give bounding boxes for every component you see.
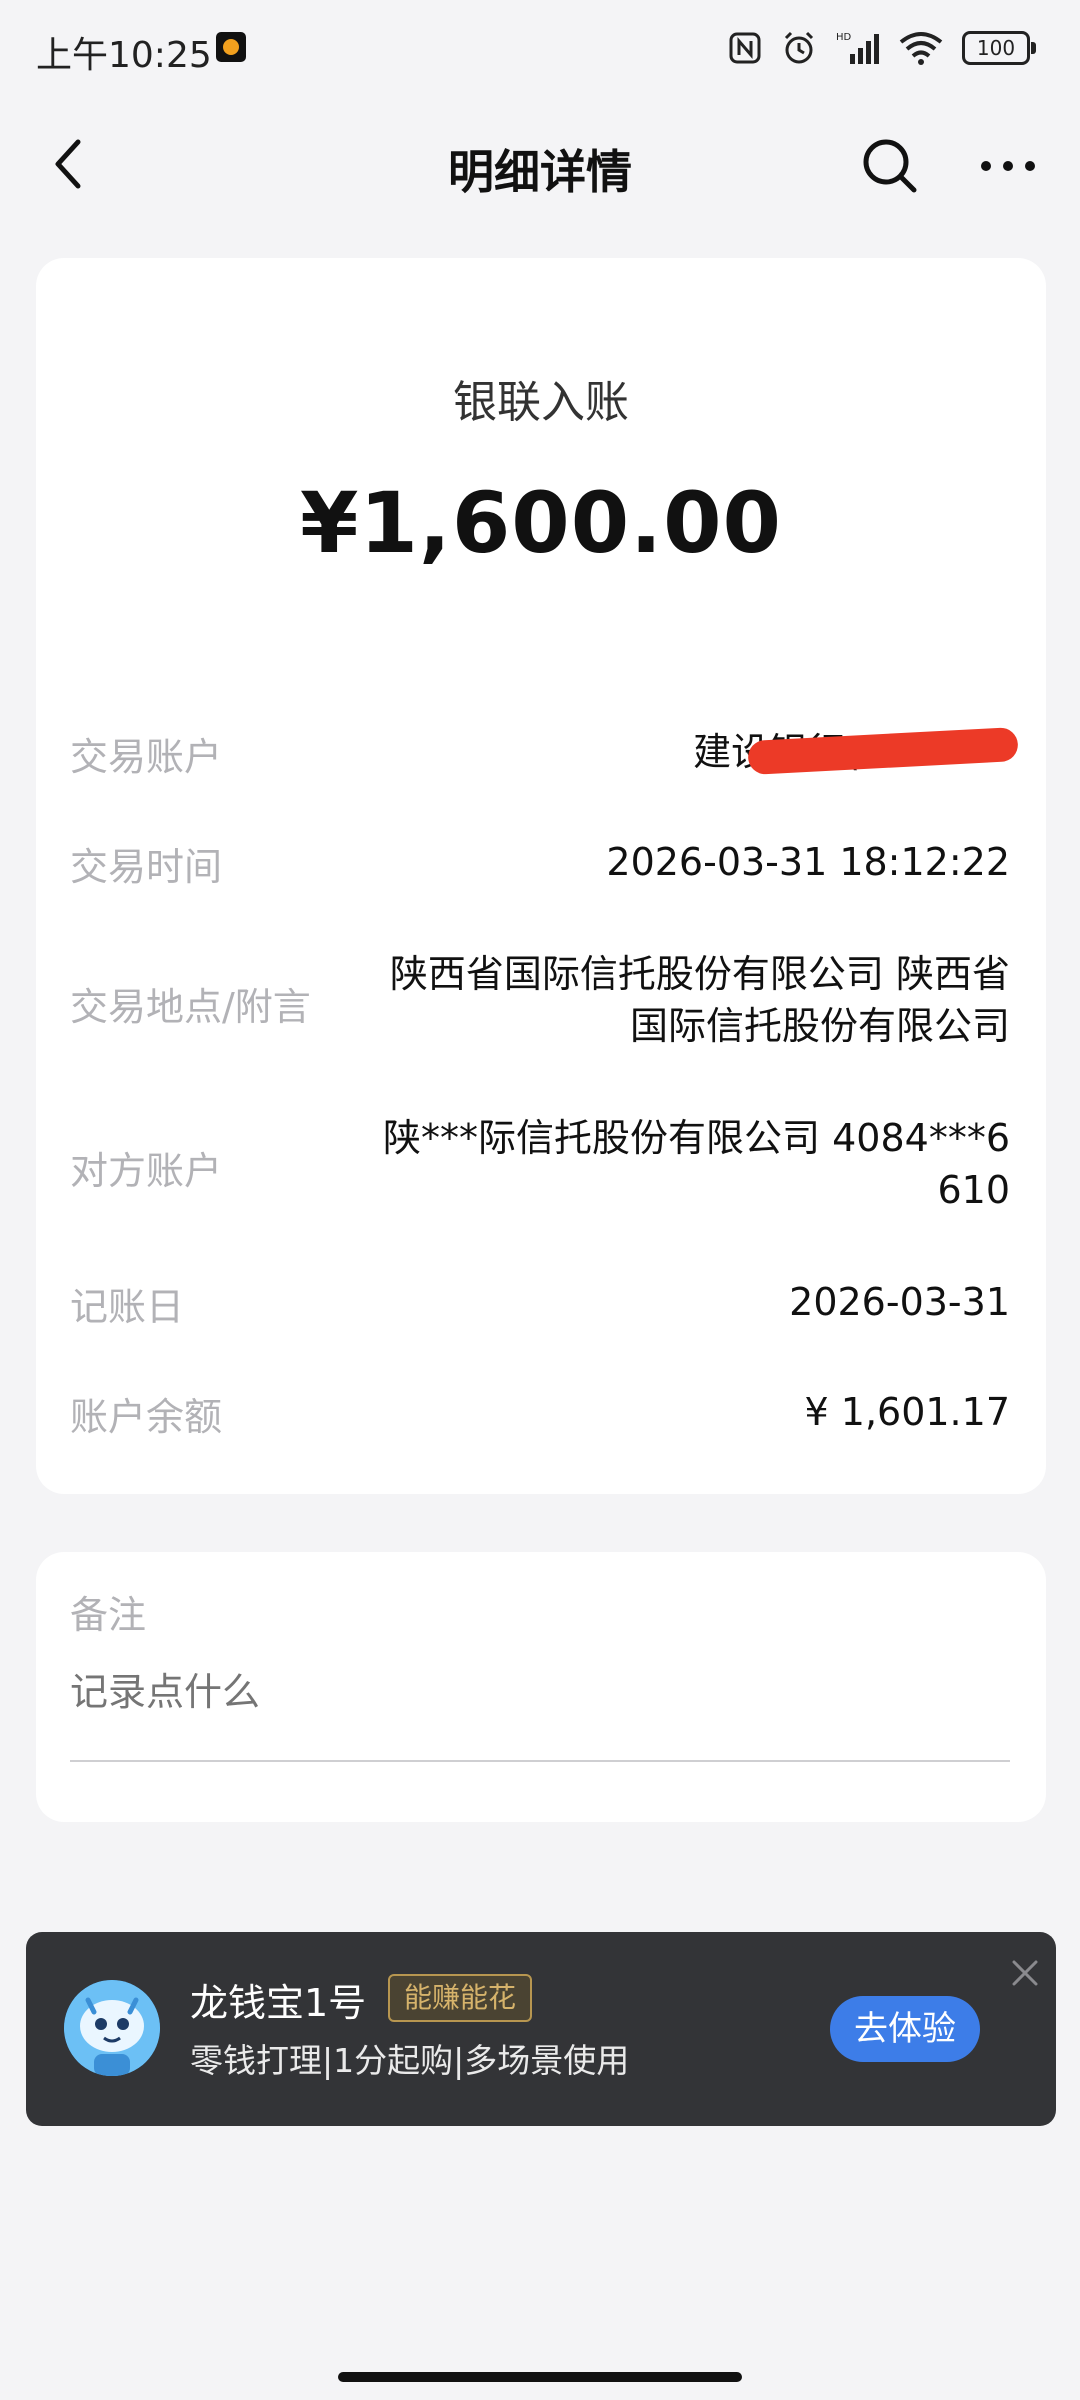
promo-title: 龙钱宝1号 bbox=[190, 1981, 367, 2025]
row-label: 交易时间 bbox=[70, 845, 223, 889]
search-icon[interactable] bbox=[858, 134, 922, 198]
row-value-line: 陕***际信托股份有限公司 4084***6 bbox=[383, 1116, 1010, 1160]
promo-tag: 能赚能花 bbox=[388, 1974, 533, 2022]
note-divider bbox=[70, 1760, 1010, 1762]
promo-banner[interactable]: 龙钱宝1号 能赚能花 零钱打理|1分起购|多场景使用 去体验 bbox=[26, 1932, 1056, 2126]
note-label: 备注 bbox=[70, 1593, 147, 1637]
transaction-card: 银联入账 ¥1,600.00 交易账户 建设银行( 交易时间 2026-03-3… bbox=[36, 258, 1046, 1494]
row-label: 交易地点/附言 bbox=[70, 985, 311, 1029]
row-value-line: 国际信托股份有限公司 bbox=[629, 1004, 1010, 1048]
transaction-type: 银联入账 bbox=[453, 377, 629, 428]
row-value: 2026-03-31 bbox=[789, 1280, 1010, 1324]
row-value: ¥ 1,601.17 bbox=[804, 1390, 1010, 1434]
row-trade-account: 交易账户 建设银行( bbox=[70, 726, 1019, 782]
row-trade-time: 交易时间 2026-03-31 18:12:22 bbox=[70, 836, 1010, 892]
row-booking-date: 记账日 2026-03-31 bbox=[70, 1276, 1010, 1332]
row-value: 陕***际信托股份有限公司 4084***6 610 bbox=[383, 1112, 1010, 1216]
more-icon[interactable] bbox=[972, 134, 1044, 198]
app-notification-icon bbox=[216, 32, 246, 62]
row-counterparty-account: 对方账户 陕***际信托股份有限公司 4084***6 610 bbox=[70, 1112, 1010, 1222]
row-value: 陕西省国际信托股份有限公司 陕西省 国际信托股份有限公司 bbox=[390, 948, 1010, 1052]
status-time: 上午10:25 bbox=[36, 35, 212, 76]
mascot-avatar-icon bbox=[64, 1980, 160, 2076]
row-value-line: 陕西省国际信托股份有限公司 陕西省 bbox=[389, 952, 1010, 996]
row-value: 2026-03-31 18:12:22 bbox=[606, 840, 1010, 884]
wifi-icon bbox=[899, 32, 943, 65]
nfc-icon bbox=[729, 32, 761, 64]
promo-subtitle: 零钱打理|1分起购|多场景使用 bbox=[190, 2041, 630, 2080]
svg-text:HD: HD bbox=[836, 32, 852, 43]
top-bar: 明细详情 bbox=[0, 110, 1080, 220]
transaction-amount: ¥1,600.00 bbox=[300, 474, 782, 572]
try-now-button[interactable]: 去体验 bbox=[830, 1996, 980, 2062]
status-bar: 上午10:25 HD 100 bbox=[0, 0, 1080, 96]
row-account-balance: 账户余额 ¥ 1,601.17 bbox=[70, 1386, 1010, 1442]
note-card: 备注 bbox=[36, 1552, 1046, 1822]
battery-indicator: 100 bbox=[962, 31, 1036, 65]
status-icons: HD 100 bbox=[728, 22, 1036, 74]
row-label: 对方账户 bbox=[70, 1149, 223, 1193]
row-trade-location: 交易地点/附言 陕西省国际信托股份有限公司 陕西省 国际信托股份有限公司 bbox=[70, 948, 1010, 1058]
signal-icon: HD bbox=[836, 32, 879, 64]
alarm-icon bbox=[784, 31, 814, 64]
home-indicator[interactable] bbox=[338, 2372, 742, 2382]
row-label: 交易账户 bbox=[70, 735, 223, 779]
row-value-line: 610 bbox=[937, 1168, 1010, 1212]
row-label: 账户余额 bbox=[70, 1395, 223, 1439]
close-icon[interactable] bbox=[1008, 1956, 1042, 1990]
note-input[interactable] bbox=[70, 1670, 1010, 1714]
row-label: 记账日 bbox=[70, 1285, 185, 1329]
